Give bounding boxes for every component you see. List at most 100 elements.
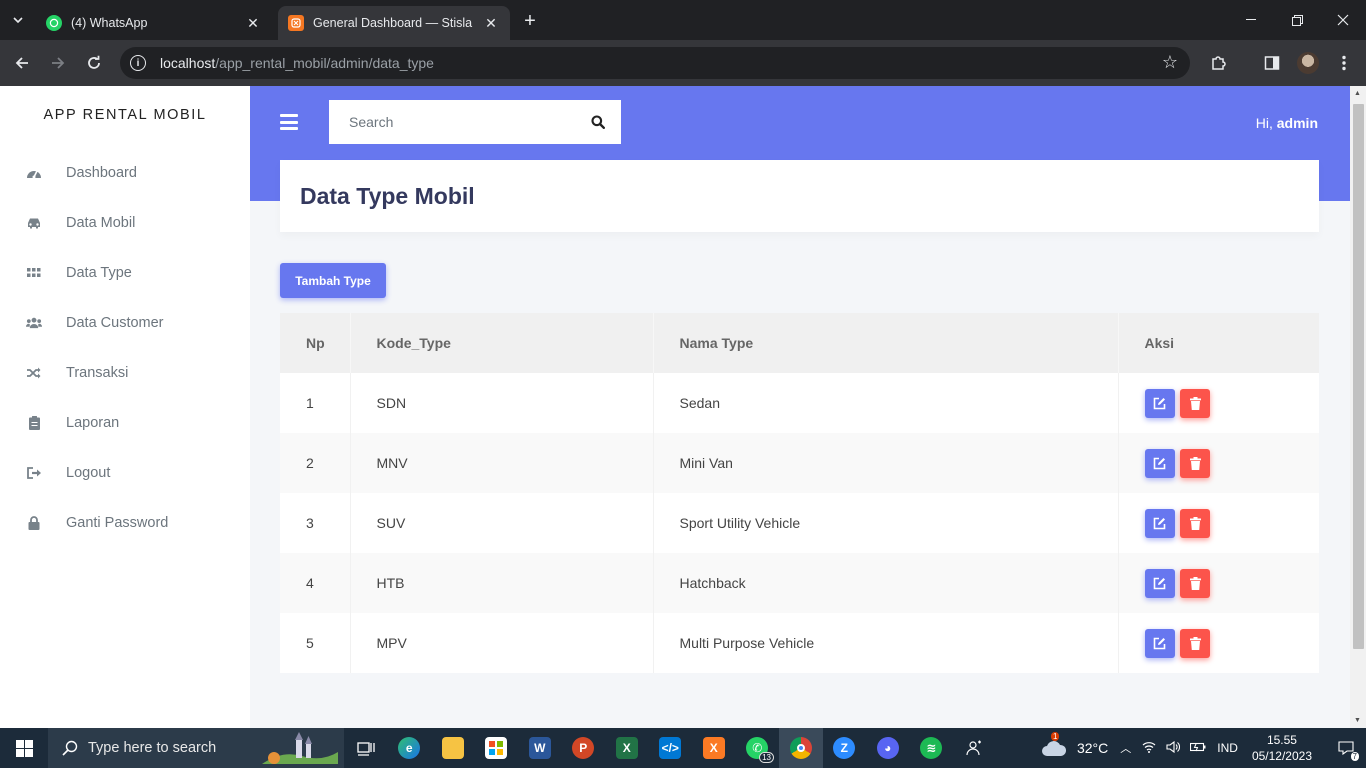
edit-icon (1153, 577, 1166, 589)
taskbar-file-explorer[interactable] (431, 728, 475, 768)
reload-button[interactable] (81, 50, 107, 76)
page-title: Data Type Mobil (300, 182, 475, 209)
taskbar-xampp[interactable]: X (692, 728, 736, 768)
edit-button[interactable] (1144, 448, 1175, 478)
close-icon[interactable]: ✕ (482, 15, 500, 32)
edit-button[interactable] (1144, 568, 1175, 598)
extensions-button[interactable] (1207, 52, 1229, 74)
table-row: 3 SUV Sport Utility Vehicle (280, 493, 1319, 553)
taskbar-whatsapp[interactable]: ✆ 13 (736, 728, 780, 768)
cell-actions (1118, 613, 1319, 673)
chevron-up-icon[interactable]: ︿ (1120, 740, 1131, 756)
profile-avatar[interactable] (1297, 52, 1319, 74)
search-highlight-castle-icon (262, 732, 338, 764)
delete-button[interactable] (1180, 388, 1211, 418)
tab-search-button[interactable] (6, 8, 30, 32)
reload-icon (88, 55, 100, 69)
cell-actions (1118, 493, 1319, 553)
close-icon[interactable]: ✕ (244, 15, 262, 32)
taskbar-powerpoint[interactable]: P (562, 728, 606, 768)
tab-title: General Dashboard — Stisla (313, 16, 473, 30)
taskbar-zoom[interactable]: Z (823, 728, 867, 768)
tab-whatsapp[interactable]: (4) WhatsApp ✕ (36, 6, 272, 40)
browser-tab-bar: (4) WhatsApp ✕ General Dashboard — Stisl… (0, 0, 1366, 40)
taskbar-word[interactable]: W (518, 728, 562, 768)
minimize-button[interactable] (1228, 0, 1274, 40)
whatsapp-badge: 13 (759, 752, 774, 763)
cell-kode-type: SUV (350, 493, 654, 553)
car-icon (26, 215, 42, 231)
sidebar-menu: Dashboard Data Mobil Data Type Data Cust… (0, 148, 250, 548)
scrollbar-thumb[interactable] (1353, 104, 1364, 649)
sidebar-item-data-type[interactable]: Data Type (0, 248, 250, 298)
delete-button[interactable] (1180, 508, 1211, 538)
arrow-left-icon (15, 57, 28, 69)
column-header-nama-type: Nama Type (653, 313, 1119, 373)
edit-button[interactable] (1144, 628, 1175, 658)
sidebar-item-data-customer[interactable]: Data Customer (0, 298, 250, 348)
delete-button[interactable] (1180, 448, 1211, 478)
restore-icon (1291, 14, 1303, 26)
info-icon[interactable]: i (130, 55, 146, 71)
taskbar-discord[interactable]: ◕ (866, 728, 910, 768)
sidebar-item-dashboard[interactable]: Dashboard (0, 148, 250, 198)
window-close-button[interactable] (1320, 0, 1366, 40)
user-dropdown[interactable]: Hi, admin (1256, 115, 1318, 131)
taskbar-store[interactable] (475, 728, 519, 768)
powerpoint-icon: P (572, 737, 595, 759)
vertical-scrollbar[interactable]: ▲ ▼ (1350, 86, 1366, 728)
edit-button[interactable] (1144, 508, 1175, 538)
sidebar-item-ganti-password[interactable]: Ganti Password (0, 498, 250, 548)
edge-icon: e (398, 737, 421, 759)
sidebar-item-data-mobil[interactable]: Data Mobil (0, 198, 250, 248)
delete-button[interactable] (1180, 628, 1211, 658)
browser-menu-button[interactable] (1333, 52, 1355, 74)
scroll-down-arrow-icon[interactable]: ▼ (1354, 717, 1361, 724)
xampp-icon: X (702, 737, 725, 759)
taskbar-spotify[interactable]: ≋ (910, 728, 954, 768)
sidebar-item-logout[interactable]: Logout (0, 448, 250, 498)
search-input[interactable] (329, 114, 575, 130)
volume-icon[interactable] (1166, 740, 1181, 756)
notification-center-button[interactable]: 7 (1326, 728, 1366, 768)
taskbar-people[interactable] (953, 728, 997, 768)
sidebar-toggle-button[interactable] (280, 114, 298, 130)
back-button[interactable] (9, 50, 35, 76)
scroll-up-arrow-icon[interactable]: ▲ (1354, 90, 1361, 97)
task-view-button[interactable] (344, 728, 388, 768)
battery-icon[interactable] (1190, 741, 1206, 756)
weather-widget[interactable]: 1 (1037, 728, 1071, 768)
table-row: 5 MPV Multi Purpose Vehicle (280, 613, 1319, 673)
sidebar-item-laporan[interactable]: Laporan (0, 398, 250, 448)
main-content: Hi, admin Data Type Mobil Tambah Type Np… (250, 86, 1350, 728)
sidebar-item-label: Dashboard (66, 165, 137, 181)
bookmark-star-icon[interactable]: ☆ (1162, 52, 1178, 73)
side-panel-button[interactable] (1261, 52, 1283, 74)
url-bar[interactable]: i localhost/app_rental_mobil/admin/data_… (120, 47, 1190, 79)
taskbar-edge[interactable]: e (388, 728, 432, 768)
search-button[interactable] (575, 100, 621, 144)
forward-button[interactable] (45, 50, 71, 76)
temperature[interactable]: 32°C (1077, 740, 1108, 756)
tab-stisla[interactable]: General Dashboard — Stisla ✕ (278, 6, 510, 40)
taskbar-excel[interactable]: X (605, 728, 649, 768)
folder-icon (441, 737, 464, 759)
edit-button[interactable] (1144, 388, 1175, 418)
greeting-prefix: Hi, (1255, 115, 1273, 131)
start-button[interactable] (0, 728, 48, 768)
add-type-button[interactable]: Tambah Type (280, 263, 386, 298)
delete-button[interactable] (1180, 568, 1211, 598)
sidebar-item-transaksi[interactable]: Transaksi (0, 348, 250, 398)
side-panel-icon (1264, 56, 1280, 70)
wifi-icon[interactable] (1142, 741, 1156, 756)
restore-button[interactable] (1274, 0, 1320, 40)
brand-title[interactable]: APP RENTAL MOBIL (0, 107, 250, 123)
windows-taskbar: Type here to search e W P X </> X ✆ 13 Z … (0, 728, 1366, 768)
sidebar-item-label: Logout (66, 465, 111, 481)
input-language[interactable]: IND (1217, 741, 1238, 755)
taskbar-chrome[interactable] (779, 728, 823, 768)
clock[interactable]: 15.55 05/12/2023 (1252, 732, 1312, 764)
taskbar-search-box[interactable]: Type here to search (48, 728, 344, 768)
taskbar-vscode[interactable]: </> (649, 728, 693, 768)
new-tab-button[interactable]: + (516, 8, 544, 34)
